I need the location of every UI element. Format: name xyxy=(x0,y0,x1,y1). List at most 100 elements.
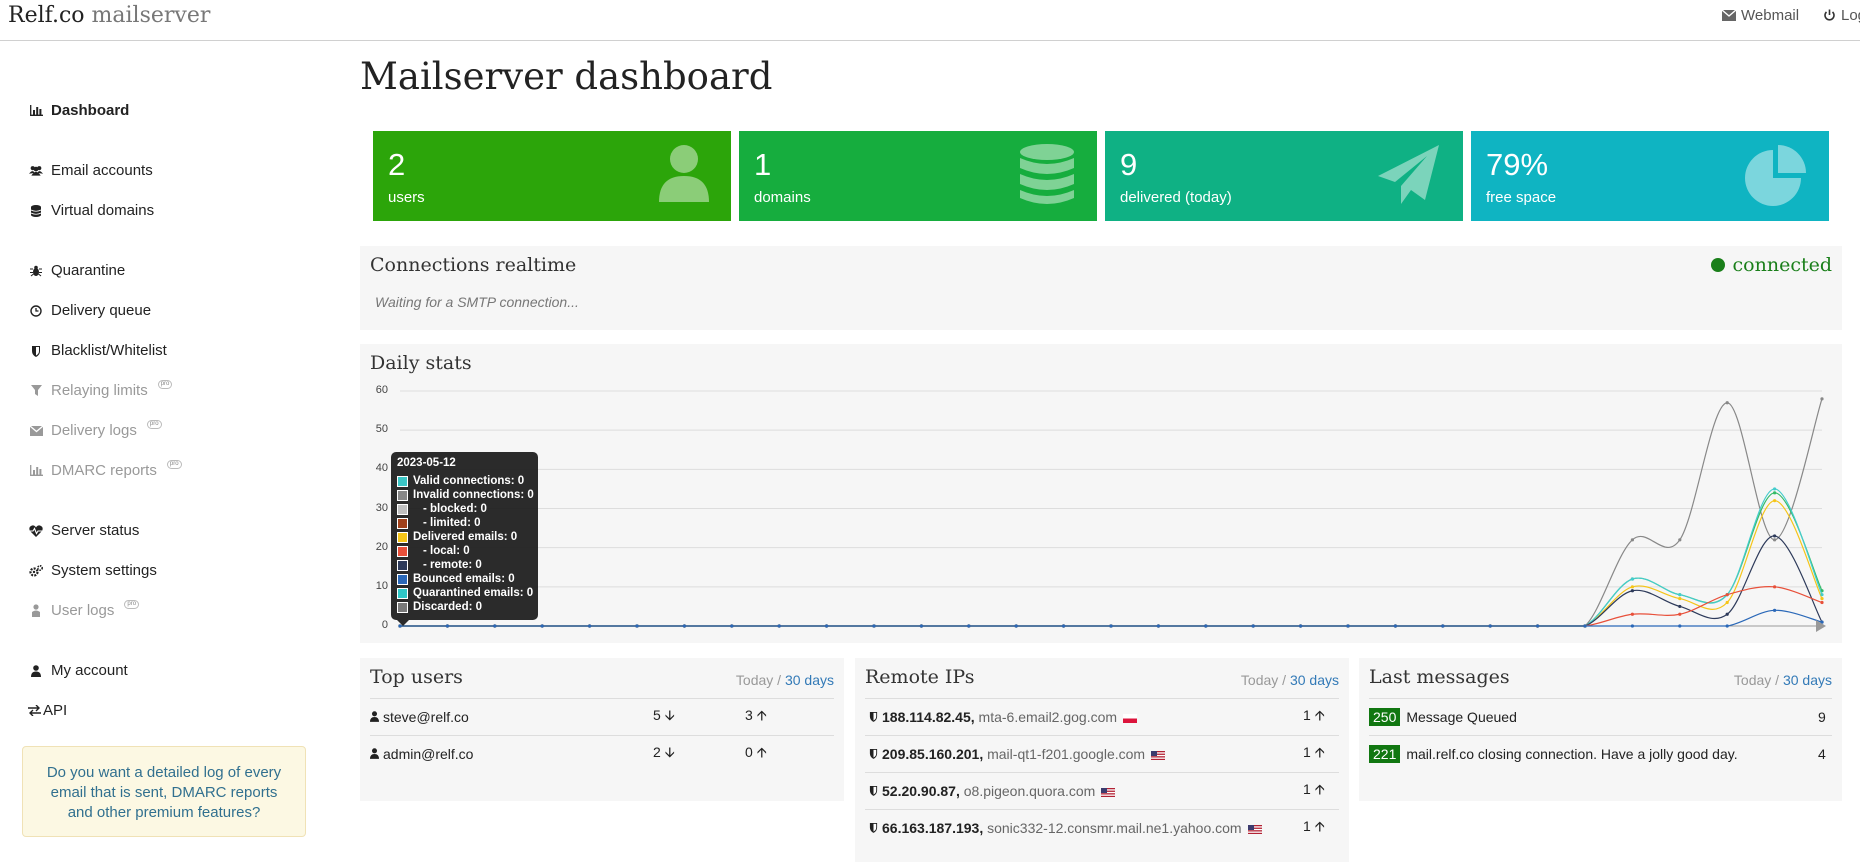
data-point xyxy=(1630,538,1634,542)
data-point xyxy=(1346,624,1350,628)
hostname: mta-6.email2.gog.com xyxy=(978,709,1118,725)
data-point xyxy=(493,624,497,628)
tooltip-line: - limited: 0 xyxy=(397,516,532,530)
table-row[interactable]: 52.20.90.87, o8.pigeon.quora.com 1 🡩 xyxy=(865,772,1339,809)
arrow-up-icon: 🡩 xyxy=(1314,744,1325,760)
range-today[interactable]: Today xyxy=(736,672,773,688)
table-row[interactable]: steve@relf.co 5 🡫 3 🡩 xyxy=(370,698,834,735)
count-value: 0 xyxy=(745,744,753,760)
data-point xyxy=(919,624,924,628)
message-text: Message Queued xyxy=(1406,709,1517,725)
ip-address: 188.114.82.45, xyxy=(882,709,975,725)
count-value: 3 xyxy=(745,707,753,723)
table-row[interactable]: 250 Message Queued 9 xyxy=(1369,698,1832,735)
tooltip-line: - remote: 0 xyxy=(397,558,532,572)
brand-logo[interactable]: Relf.co mailserver xyxy=(8,3,210,28)
data-point xyxy=(1156,624,1160,628)
sidebar-item-email-accounts[interactable]: Email accounts xyxy=(29,162,153,179)
sidebar-item-delivery-logs[interactable]: Delivery logs pro xyxy=(29,420,162,439)
data-point xyxy=(1251,624,1255,628)
received-count: 0 🡩 xyxy=(745,742,767,766)
data-point xyxy=(1678,624,1682,628)
data-point xyxy=(1678,604,1682,609)
page-title: Mailserver dashboard xyxy=(360,55,773,98)
tooltip-line: Valid connections: 0 xyxy=(397,474,532,488)
data-point xyxy=(1773,538,1777,542)
stat-label: domains xyxy=(754,189,811,206)
data-point xyxy=(1725,593,1729,597)
sidebar-item-user-logs[interactable]: User logs pro xyxy=(29,600,140,619)
flag-us-icon xyxy=(1101,787,1116,797)
data-point xyxy=(445,624,449,628)
data-point xyxy=(1488,624,1492,628)
data-point xyxy=(1773,534,1777,538)
range-separator: / xyxy=(1775,672,1780,688)
sidebar-item-dmarc-reports[interactable]: DMARC reports pro xyxy=(29,460,182,479)
range-30-days[interactable]: 30 days xyxy=(1783,672,1832,688)
stat-value: 79% xyxy=(1486,147,1549,182)
tooltip-arrow xyxy=(397,620,409,626)
table-row[interactable]: 209.85.160.201, mail-qt1-f201.google.com… xyxy=(865,735,1339,772)
user-logs-icon xyxy=(29,604,43,617)
sidebar-item-quarantine[interactable]: Quarantine xyxy=(29,262,125,279)
series-line xyxy=(400,609,1823,627)
daily-stats-chart[interactable] xyxy=(390,385,1830,635)
arrow-up-icon: 🡩 xyxy=(756,707,767,723)
bar-chart-icon xyxy=(29,105,43,116)
sidebar-item-label: User logs xyxy=(51,602,115,619)
ip-address: 66.163.187.193, xyxy=(882,820,984,836)
range-30-days[interactable]: 30 days xyxy=(1290,672,1339,688)
table-row[interactable]: 66.163.187.193, sonic332-12.consmr.mail.… xyxy=(865,809,1339,846)
bug-icon xyxy=(29,265,43,277)
panel-title: Connections realtime xyxy=(370,254,577,276)
top-navbar: Relf.co mailserver Webmail Log xyxy=(0,0,1860,41)
table-row[interactable]: admin@relf.co 2 🡫 0 🡩 xyxy=(370,735,834,772)
sidebar-item-api[interactable]: API xyxy=(27,702,67,719)
table-row[interactable]: 188.114.82.45, mta-6.email2.gog.com 1 🡩 xyxy=(865,698,1339,735)
sidebar-item-dashboard[interactable]: Dashboard xyxy=(29,102,129,119)
connection-count: 1 🡩 xyxy=(1303,742,1339,766)
tooltip-line: Delivered emails: 0 xyxy=(397,530,532,544)
filter-icon xyxy=(29,385,43,396)
logout-link[interactable]: Log xyxy=(1823,7,1860,24)
tooltip-date: 2023-05-12 xyxy=(397,457,456,469)
sidebar-item-blacklist-whitelist[interactable]: Blacklist/Whitelist xyxy=(29,342,167,359)
brand-suffix: mailserver xyxy=(91,3,211,28)
sidebar-item-label: Delivery logs xyxy=(51,422,137,439)
legend-swatch xyxy=(397,587,408,599)
power-icon xyxy=(1824,9,1835,21)
y-tick-label: 30 xyxy=(375,501,388,514)
range-today[interactable]: Today xyxy=(1734,672,1771,688)
data-point xyxy=(1630,577,1634,581)
sidebar-item-my-account[interactable]: My account xyxy=(29,662,128,679)
stat-tile-domains: 1 domains xyxy=(739,131,1097,221)
message-text: mail.relf.co closing connection. Have a … xyxy=(1406,746,1738,762)
pie-chart-icon xyxy=(1745,145,1806,206)
logout-label: Log xyxy=(1841,7,1860,24)
legend-swatch xyxy=(397,517,408,529)
connection-status: connected xyxy=(1710,254,1832,276)
smtp-code-badge: 221 xyxy=(1369,745,1401,763)
sidebar-item-virtual-domains[interactable]: Virtual domains xyxy=(29,202,154,219)
sidebar-item-delivery-queue[interactable]: Delivery queue xyxy=(29,302,151,319)
sent-count: 2 🡫 xyxy=(653,742,745,766)
sidebar-item-server-status[interactable]: Server status xyxy=(29,522,139,539)
data-point xyxy=(1773,608,1777,612)
user-icon xyxy=(29,664,43,677)
series-line xyxy=(400,398,1823,627)
webmail-link[interactable]: Webmail xyxy=(1722,7,1799,24)
range-30-days[interactable]: 30 days xyxy=(785,672,834,688)
pro-badge: pro xyxy=(166,460,182,469)
sidebar-item-system-settings[interactable]: System settings xyxy=(29,562,157,579)
sidebar-item-label: Relaying limits xyxy=(51,382,148,399)
tooltip-text: Quarantined emails: 0 xyxy=(413,587,534,599)
cogs-icon xyxy=(29,564,43,577)
sidebar-item-label: DMARC reports xyxy=(51,462,157,479)
connections-realtime-panel: Connections realtime connected Waiting f… xyxy=(360,246,1842,330)
sidebar-item-relaying-limits[interactable]: Relaying limits pro xyxy=(29,380,173,399)
range-today[interactable]: Today xyxy=(1241,672,1278,688)
premium-promo-box[interactable]: Do you want a detailed log of every emai… xyxy=(22,746,306,837)
table-row[interactable]: 221 mail.relf.co closing connection. Hav… xyxy=(1369,735,1832,772)
tooltip-line: Invalid connections: 0 xyxy=(397,488,534,502)
tooltip-line: - blocked: 0 xyxy=(397,502,532,516)
